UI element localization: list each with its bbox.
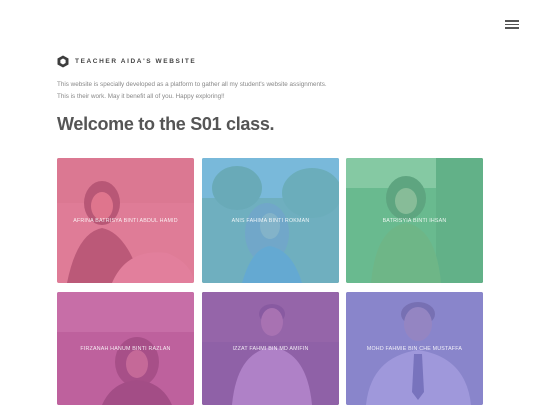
student-card[interactable]: MOHD FAHMIE BIN CHE MUSTAFFA (346, 292, 483, 405)
student-card[interactable]: ANIS FAHIMA BINTI ROKMAN (202, 158, 339, 283)
menu-bar (505, 23, 519, 26)
student-name: AFRINA BATRISYA BINTI ABDUL HAMID (73, 217, 178, 224)
site-brand[interactable]: TEACHER AIDA'S WEBSITE (57, 54, 196, 68)
student-card[interactable]: FIRZANAH HANUM BINTI RAZLAN (57, 292, 194, 405)
intro-text: This website is specially developed as a… (57, 79, 327, 103)
intro-line-1: This website is specially developed as a… (57, 81, 327, 88)
hexagon-logo-icon (57, 55, 69, 67)
hamburger-menu-icon[interactable] (505, 18, 521, 30)
student-name: ANIS FAHIMA BINTI ROKMAN (231, 217, 310, 224)
student-card[interactable]: BATRISYIA BINTI IHSAN (346, 158, 483, 283)
student-name: FIRZANAH HANUM BINTI RAZLAN (80, 345, 171, 352)
student-name: MOHD FAHMIE BIN CHE MUSTAFFA (366, 345, 463, 352)
menu-bar (505, 20, 519, 22)
student-name: BATRISYIA BINTI IHSAN (382, 217, 447, 224)
menu-bar (505, 27, 519, 29)
student-name: IZZAT FAHMI BIN MD AMIFIN (232, 345, 309, 352)
page-title: Welcome to the S01 class. (57, 114, 275, 134)
student-card[interactable]: AFRINA BATRISYA BINTI ABDUL HAMID (57, 158, 194, 283)
student-card[interactable]: IZZAT FAHMI BIN MD AMIFIN (202, 292, 339, 405)
intro-line-2: This is their work. May it benefit all o… (57, 93, 225, 100)
site-title: TEACHER AIDA'S WEBSITE (75, 57, 197, 65)
